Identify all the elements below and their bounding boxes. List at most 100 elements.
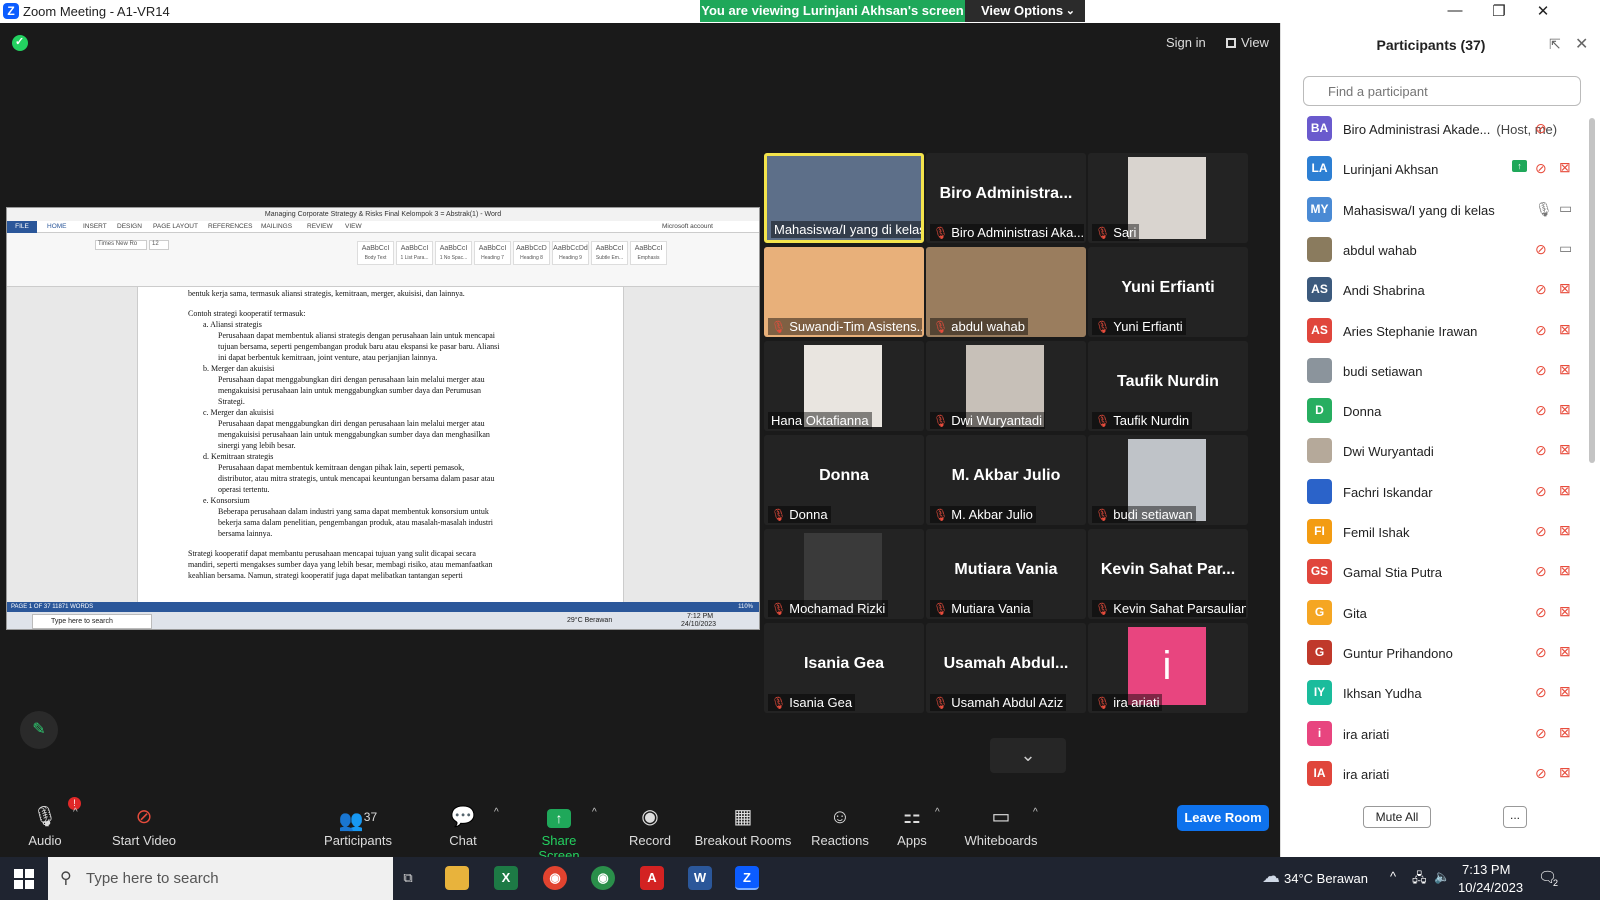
mic-muted-icon[interactable]: ⊘ — [1535, 523, 1547, 540]
clock-date[interactable]: 10/24/2023 — [1458, 880, 1523, 895]
chrome-profile-icon[interactable]: ◉ — [591, 866, 615, 890]
camera-off-icon[interactable]: ⊠ — [1559, 401, 1571, 418]
camera-off-icon[interactable]: ⊠ — [1559, 643, 1571, 660]
more-options-button[interactable]: ... — [1503, 806, 1527, 828]
participant-row[interactable]: BA Biro Administrasi Akade... (Host, me) ⊘ — [1281, 108, 1581, 149]
word-tab[interactable]: PAGE LAYOUT — [153, 223, 198, 230]
share-caret-icon[interactable]: ^ — [592, 807, 597, 818]
participant-row[interactable]: GS Gamal Stia Putra ⊘ ⊠ — [1281, 551, 1581, 592]
view-options-button[interactable]: View Options ⌄ — [965, 0, 1085, 22]
camera-off-icon[interactable]: ⊠ — [1559, 321, 1571, 338]
audio-caret-icon[interactable]: ^ — [73, 807, 78, 818]
video-tile[interactable]: Mahasiswa/I yang di kelas — [764, 153, 924, 243]
chat-caret-icon[interactable]: ^ — [494, 807, 499, 818]
mic-muted-icon[interactable]: ⊘ — [1535, 402, 1547, 419]
task-view-icon[interactable]: ⧉ — [396, 866, 420, 890]
leave-room-button[interactable]: Leave Room — [1177, 805, 1269, 831]
participant-row[interactable]: budi setiawan ⊘ ⊠ — [1281, 350, 1581, 391]
mic-muted-icon[interactable]: ⊘ — [1535, 483, 1547, 500]
camera-off-icon[interactable]: ⊠ — [1559, 522, 1571, 539]
participant-row[interactable]: G Gita ⊘ ⊠ — [1281, 592, 1581, 633]
word-tab[interactable]: REVIEW — [307, 223, 333, 230]
participant-row[interactable]: i ira ariati ⊘ ⊠ — [1281, 713, 1581, 754]
word-icon[interactable]: W — [688, 866, 712, 890]
mic-muted-icon[interactable]: ⊘ — [1535, 604, 1547, 621]
apps-button[interactable]: ⚏ Apps — [892, 803, 932, 848]
video-tile[interactable]: 🎙 Mochamad Rizki — [764, 529, 924, 619]
file-explorer-icon[interactable] — [445, 866, 469, 890]
word-account[interactable]: Microsoft account — [662, 223, 713, 230]
acrobat-icon[interactable]: A — [640, 866, 664, 890]
minimize-icon[interactable]: — — [1440, 2, 1470, 19]
start-video-button[interactable]: ⊘ Start Video — [104, 803, 184, 848]
mic-muted-icon[interactable]: ⊘ — [1535, 765, 1547, 782]
style-gallery-item[interactable]: AaBbCcD Heading 8 — [513, 241, 550, 265]
video-tile[interactable]: Mutiara Vania 🎙 Mutiara Vania — [926, 529, 1086, 619]
participant-row[interactable]: D Donna ⊘ ⊠ — [1281, 390, 1581, 431]
windows-start-icon[interactable] — [14, 869, 34, 889]
taskbar-search[interactable]: ⚲ Type here to search — [48, 857, 393, 900]
video-tile[interactable]: Usamah Abdul... 🎙 Usamah Abdul Aziz — [926, 623, 1086, 713]
word-tab[interactable]: VIEW — [345, 223, 362, 230]
camera-off-icon[interactable]: ⊠ — [1559, 441, 1571, 458]
word-tab[interactable]: MAILINGS — [261, 223, 292, 230]
style-gallery-item[interactable]: AaBbCcI 1 No Spac... — [435, 241, 472, 265]
style-gallery-item[interactable]: AaBbCcDd Heading 9 — [552, 241, 589, 265]
participant-row[interactable]: LA Lurinjani Akhsan ↑ ⊘ ⊠ — [1281, 148, 1581, 189]
participant-row[interactable]: IA ira ariati ⊘ ⊠ — [1281, 753, 1581, 794]
maximize-icon[interactable]: ❐ — [1484, 2, 1514, 20]
video-tile[interactable]: 🎙 abdul wahab — [926, 247, 1086, 337]
apps-caret-icon[interactable]: ^ — [935, 807, 940, 818]
word-tab[interactable]: HOME — [47, 223, 67, 230]
close-panel-icon[interactable]: ✕ — [1575, 34, 1588, 54]
camera-icon[interactable]: ▭ — [1559, 240, 1572, 257]
participant-row[interactable]: IY Ikhsan Yudha ⊘ ⊠ — [1281, 672, 1581, 713]
find-participant-input[interactable] — [1303, 76, 1581, 106]
style-gallery-item[interactable]: AaBbCcI Body Text — [357, 241, 394, 265]
camera-off-icon[interactable]: ⊠ — [1559, 724, 1571, 741]
style-gallery-item[interactable]: AaBbCcI Heading 7 — [474, 241, 511, 265]
mic-muted-icon[interactable]: ⊘ — [1535, 684, 1547, 701]
tray-chevron-icon[interactable]: ^ — [1390, 869, 1396, 884]
view-button[interactable]: View — [1226, 35, 1269, 50]
participant-row[interactable]: MY Mahasiswa/I yang di kelas 🎙 ▭ — [1281, 189, 1581, 230]
participant-row[interactable]: Dwi Wuryantadi ⊘ ⊠ — [1281, 430, 1581, 471]
clock-time[interactable]: 7:13 PM — [1462, 862, 1510, 877]
whiteboards-button[interactable]: ▭ Whiteboards — [961, 803, 1041, 848]
mic-muted-icon[interactable]: ⊘ — [1535, 362, 1547, 379]
mic-muted-icon[interactable]: ⊘ — [1535, 442, 1547, 459]
word-tab[interactable]: INSERT — [83, 223, 107, 230]
video-tile[interactable]: Hana Oktafianna — [764, 341, 924, 431]
excel-icon[interactable]: X — [494, 866, 518, 890]
mute-all-button[interactable]: Mute All — [1363, 806, 1431, 828]
camera-off-icon[interactable]: ⊠ — [1559, 159, 1571, 176]
mic-muted-icon[interactable]: ⊘ — [1535, 644, 1547, 661]
participant-row[interactable]: FI Femil Ishak ⊘ ⊠ — [1281, 511, 1581, 552]
video-tile[interactable]: M. Akbar Julio 🎙 M. Akbar Julio — [926, 435, 1086, 525]
video-tile[interactable]: 🎙 Sari — [1088, 153, 1248, 243]
word-tab[interactable]: REFERENCES — [208, 223, 252, 230]
breakout-rooms-button[interactable]: ▦ Breakout Rooms — [693, 803, 793, 848]
video-tile[interactable]: Yuni Erfianti 🎙 Yuni Erfianti — [1088, 247, 1248, 337]
style-gallery-item[interactable]: AaBbCcI Emphasis — [630, 241, 667, 265]
reactions-button[interactable]: ☺ Reactions — [805, 803, 875, 848]
mic-muted-icon[interactable]: ⊘ — [1535, 241, 1547, 258]
video-tile[interactable]: Isania Gea 🎙 Isania Gea — [764, 623, 924, 713]
video-tile[interactable]: Donna 🎙 Donna — [764, 435, 924, 525]
camera-icon[interactable]: ▭ — [1559, 200, 1572, 217]
microphone-icon[interactable]: 🎙 — [1535, 201, 1553, 218]
video-tile[interactable]: Kevin Sahat Par... 🎙 Kevin Sahat Parsaulia… — [1088, 529, 1248, 619]
mic-muted-icon[interactable]: ⊘ — [1535, 160, 1547, 177]
participant-row[interactable]: AS Andi Shabrina ⊘ ⊠ — [1281, 269, 1581, 310]
participant-row[interactable]: abdul wahab ⊘ ▭ — [1281, 229, 1581, 270]
participants-button[interactable]: 👥37 Participants — [318, 803, 398, 848]
participant-row[interactable]: AS Aries Stephanie Irawan ⊘ ⊠ — [1281, 310, 1581, 351]
record-button[interactable]: ◉ Record — [625, 803, 675, 848]
share-screen-button[interactable]: ↑ Share Screen — [520, 803, 598, 863]
word-tab[interactable]: FILE — [7, 221, 37, 233]
volume-icon[interactable]: 🔈 — [1434, 869, 1450, 885]
style-gallery-item[interactable]: AaBbCcI Subtle Em... — [591, 241, 628, 265]
video-tile[interactable]: 🎙 Suwandi-Tim Asistens... — [764, 247, 924, 337]
mic-muted-icon[interactable]: ⊘ — [1535, 563, 1547, 580]
mic-muted-icon[interactable]: ⊘ — [1535, 120, 1547, 137]
